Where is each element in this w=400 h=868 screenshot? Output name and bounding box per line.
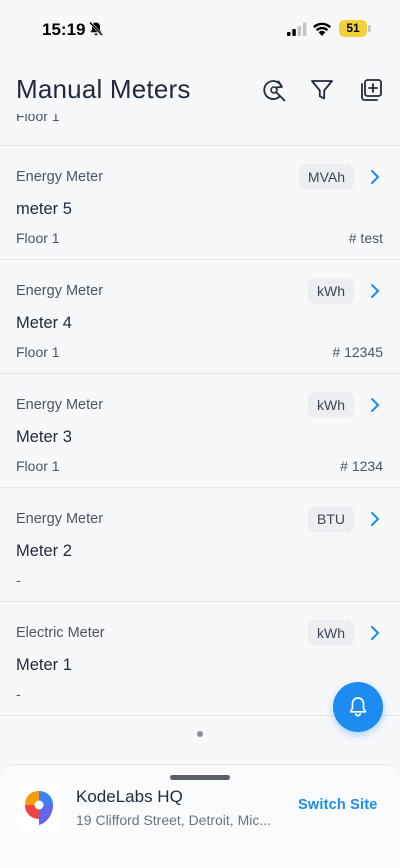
chevron-right-icon[interactable] (368, 282, 382, 300)
chevron-right-icon[interactable] (368, 510, 382, 528)
site-name: KodeLabs HQ (76, 787, 183, 806)
chevron-right-icon[interactable] (368, 168, 382, 186)
meter-tag: # 12345 (332, 344, 383, 360)
kodelabs-logo (17, 783, 61, 831)
meter-location: Floor 1 (16, 230, 60, 246)
notification-fab[interactable] (333, 682, 383, 732)
list-item[interactable]: Energy Meter kWh Meter 4 Floor 1 # 12345 (0, 259, 400, 373)
meter-type: Energy Meter (16, 283, 104, 299)
unit-badge: kWh (308, 620, 354, 646)
unit-badge: kWh (308, 392, 354, 418)
status-bar: 15:19 51 (0, 0, 400, 60)
meter-type: Electric Meter (16, 625, 105, 641)
add-icon[interactable] (358, 77, 384, 103)
meter-location: - (16, 686, 21, 702)
chevron-right-icon[interactable] (368, 396, 382, 414)
meter-name: meter 5 (16, 200, 72, 218)
page-title: Manual Meters (16, 74, 191, 104)
filter-icon[interactable] (309, 77, 335, 103)
meter-type: Energy Meter (16, 511, 104, 527)
partial-row-location: Floor 1 (16, 114, 60, 124)
switch-site-button[interactable]: Switch Site (298, 797, 378, 813)
battery-level: 51 (339, 20, 367, 37)
bell-off-icon (89, 21, 103, 36)
site-address: 19 Clifford Street, Detroit, Mic... (76, 812, 272, 828)
refresh-search-icon[interactable] (261, 77, 287, 103)
meter-location: Floor 1 (16, 458, 60, 474)
meter-name: Meter 2 (16, 542, 72, 560)
bell-icon (349, 697, 367, 717)
unit-badge: kWh (308, 278, 354, 304)
meter-location: - (16, 572, 21, 588)
unit-badge: MVAh (298, 164, 354, 190)
page-header: Manual Meters (0, 60, 400, 118)
list-item[interactable]: Energy Meter MVAh meter 5 Floor 1 # test (0, 145, 400, 259)
meter-location: Floor 1 (16, 344, 60, 360)
meter-name: Meter 1 (16, 656, 72, 674)
sheet-handle[interactable] (170, 775, 230, 780)
site-sheet[interactable]: KodeLabs HQ 19 Clifford Street, Detroit,… (0, 764, 400, 868)
meter-type: Energy Meter (16, 397, 104, 413)
status-time: 15:19 (42, 20, 86, 39)
list-item[interactable]: Energy Meter BTU Meter 2 - (0, 487, 400, 601)
meter-name: Meter 3 (16, 428, 72, 446)
meter-tag: # 1234 (340, 458, 383, 474)
cell-signal-icon (287, 22, 307, 36)
chevron-right-icon[interactable] (368, 624, 382, 642)
meter-type: Energy Meter (16, 169, 104, 185)
meter-tag: # test (348, 230, 383, 246)
battery-tip (368, 25, 371, 32)
list-item[interactable]: Energy Meter kWh Meter 3 Floor 1 # 1234 (0, 373, 400, 487)
meter-list[interactable]: Floor 1 Energy Meter MVAh meter 5 Floor … (0, 114, 400, 716)
meter-name: Meter 4 (16, 314, 72, 332)
page-indicator-dot (197, 731, 203, 737)
unit-badge: BTU (308, 506, 354, 532)
wifi-icon (313, 22, 331, 36)
